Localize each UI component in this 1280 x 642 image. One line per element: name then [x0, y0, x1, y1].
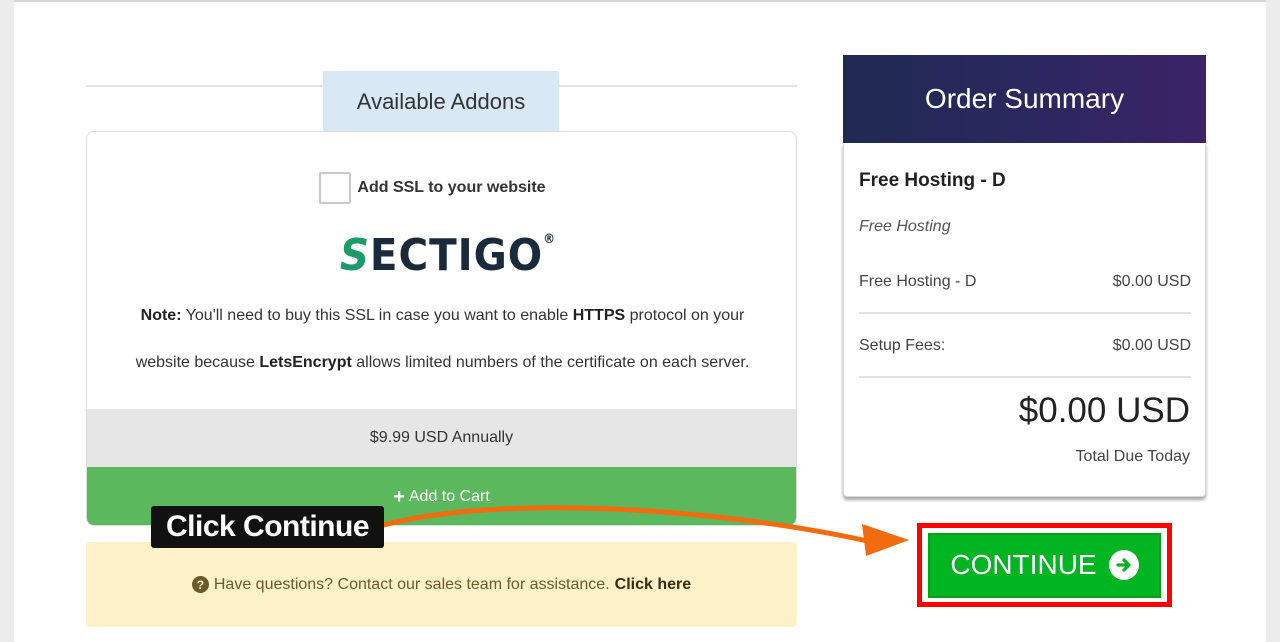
total-amount: $0.00 USD [1018, 391, 1190, 430]
summary-line-value: $0.00 USD [1112, 337, 1191, 354]
summary-divider [859, 376, 1191, 378]
question-circle-icon: ? [191, 576, 209, 593]
continue-button[interactable]: CONTINUE [928, 532, 1161, 598]
plus-icon: + [393, 486, 405, 508]
summary-line: Free Hosting - D $0.00 USD [859, 273, 1191, 291]
add-to-cart-label: Add to Cart [408, 488, 490, 505]
continue-highlight-frame: CONTINUE [917, 523, 1172, 607]
annotation-callout: Click Continue [151, 506, 385, 548]
summary-line: Setup Fees: $0.00 USD [859, 337, 1191, 355]
ssl-checkbox-label[interactable]: Add SSL to your website [357, 179, 545, 197]
order-summary-body: Free Hosting - D Free Hosting Free Hosti… [843, 143, 1206, 497]
addon-price: $9.99 USD Annually [87, 409, 796, 467]
tab-available-addons[interactable]: Available Addons [323, 71, 559, 132]
ssl-checkbox[interactable] [319, 172, 352, 204]
summary-line-label: Free Hosting - D [859, 273, 977, 290]
arrow-circle-right-icon [1108, 550, 1139, 580]
ssl-checkbox-row[interactable]: Add SSL to your website [87, 172, 796, 204]
product-name: Free Hosting - D [859, 170, 1006, 191]
help-link[interactable]: Click here [615, 576, 691, 594]
tab-label: Available Addons [356, 88, 526, 114]
ssl-addon-panel: Add SSL to your website SECTIGO ® Note: … [86, 131, 797, 526]
summary-divider [859, 312, 1191, 314]
page: Available Addons Add SSL to your website… [14, 0, 1266, 642]
help-text: Have questions? Contact our sales team f… [213, 575, 610, 593]
order-summary-header: Order Summary [843, 55, 1206, 143]
sectigo-logo-text: SECTIGO ® [339, 230, 557, 281]
sectigo-logo: SECTIGO ® [87, 230, 796, 281]
registered-mark: ® [543, 232, 557, 247]
continue-label: CONTINUE [950, 549, 1097, 580]
summary-line-value: $0.00 USD [1112, 273, 1191, 290]
annotation-callout-text: Click Continue [166, 510, 370, 543]
sales-help-box: ? Have questions? Contact our sales team… [86, 542, 797, 627]
addon-price-text: $9.99 USD Annually [369, 429, 514, 446]
order-summary-title: Order Summary [924, 83, 1125, 114]
total-label: Total Due Today [1075, 448, 1190, 465]
summary-line-label: Setup Fees: [859, 337, 946, 354]
product-group: Free Hosting [859, 218, 951, 235]
ssl-note: Note: You'll need to buy this SSL in cas… [135, 307, 750, 371]
